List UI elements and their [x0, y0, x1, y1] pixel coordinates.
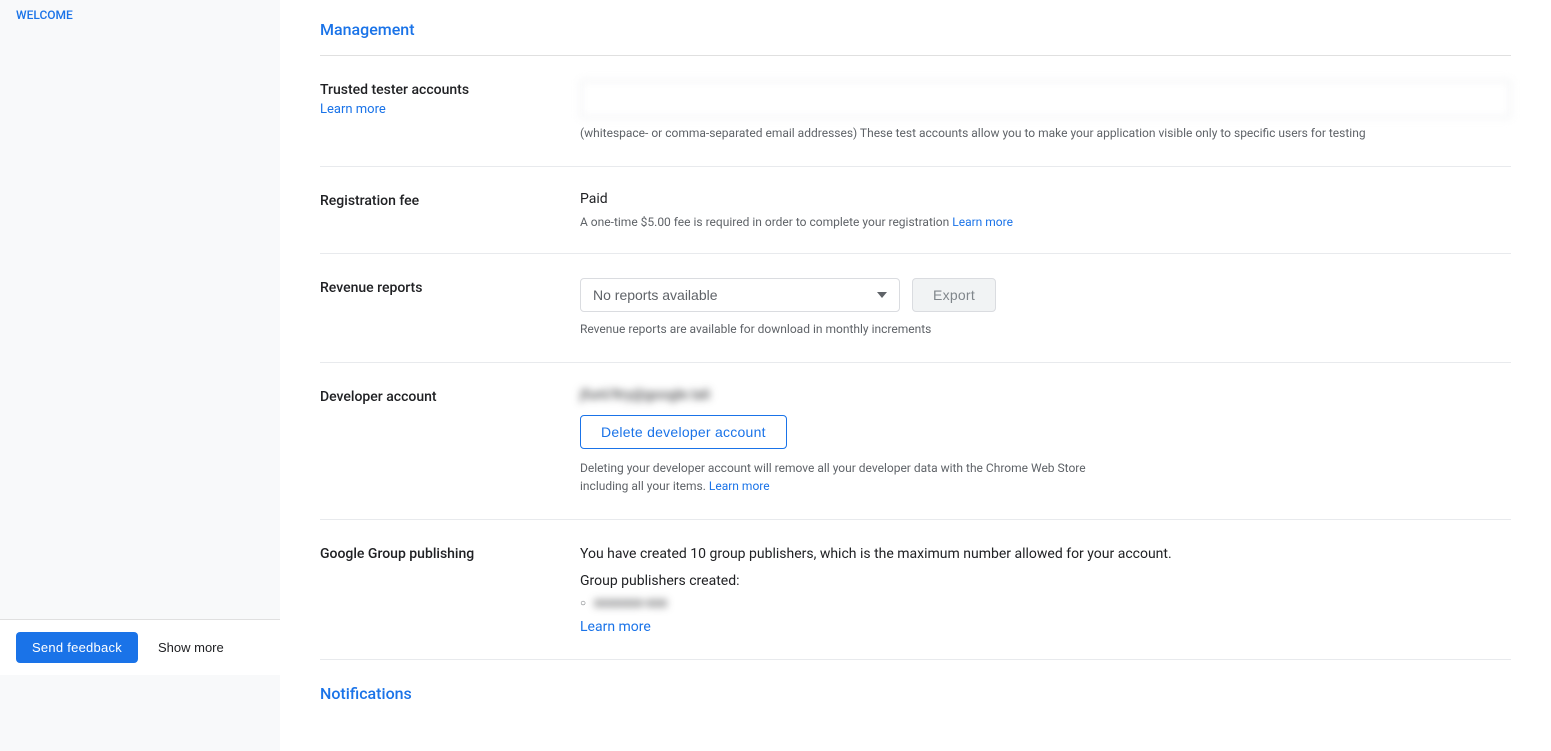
revenue-reports-hint: Revenue reports are available for downlo… [580, 320, 1511, 338]
delete-developer-account-button[interactable]: Delete developer account [580, 415, 787, 449]
welcome-label: WELCOME [16, 0, 73, 30]
trusted-tester-row: Trusted tester accounts Learn more (whit… [320, 56, 1511, 167]
registration-fee-learn-more[interactable]: Learn more [952, 215, 1013, 229]
main-content: Management Trusted tester accounts Learn… [280, 0, 1551, 751]
developer-account-label: Developer account [320, 387, 580, 405]
send-feedback-button[interactable]: Send feedback [16, 632, 138, 663]
registration-fee-content: Paid A one-time $5.00 fee is required in… [580, 191, 1511, 229]
trusted-tester-label: Trusted tester accounts Learn more [320, 80, 580, 117]
revenue-reports-content: No reports available Export Revenue repo… [580, 278, 1511, 338]
registration-fee-row: Registration fee Paid A one-time $5.00 f… [320, 167, 1511, 254]
export-button[interactable]: Export [912, 278, 996, 312]
bottom-bar: Send feedback Show more [0, 619, 280, 675]
show-more-button[interactable]: Show more [150, 632, 232, 663]
developer-account-learn-more[interactable]: Learn more [709, 479, 770, 493]
page-wrapper: Send feedback Show more WELCOME Manageme… [0, 0, 1551, 751]
registration-fee-status: Paid [580, 191, 1511, 207]
group-publishers-list: xxxxxxx-xxx [580, 595, 1511, 611]
revenue-reports-select[interactable]: No reports available [580, 278, 900, 312]
group-publisher-item: xxxxxxx-xxx [580, 595, 1511, 611]
developer-account-row: Developer account jfunl/ltry@google.tali… [320, 363, 1511, 520]
developer-account-description: Deleting your developer account will rem… [580, 459, 1100, 495]
trusted-tester-learn-more[interactable]: Learn more [320, 102, 580, 117]
revenue-reports-label: Revenue reports [320, 278, 580, 296]
registration-fee-description: A one-time $5.00 fee is required in orde… [580, 215, 1511, 229]
trusted-tester-content: (whitespace- or comma-separated email ad… [580, 80, 1511, 142]
trusted-tester-input-container [580, 80, 1511, 118]
google-group-publishing-label: Google Group publishing [320, 544, 580, 562]
revenue-reports-row: Revenue reports No reports available Exp… [320, 254, 1511, 363]
google-group-publishing-content: You have created 10 group publishers, wh… [580, 544, 1511, 635]
group-publishing-description: You have created 10 group publishers, wh… [580, 544, 1511, 565]
developer-account-content: jfunl/ltry@google.tali Delete developer … [580, 387, 1511, 495]
management-section-title: Management [320, 0, 1511, 56]
sidebar: Send feedback Show more WELCOME [0, 0, 280, 751]
trusted-tester-input[interactable] [580, 80, 1511, 118]
developer-email: jfunl/ltry@google.tali [580, 387, 1511, 403]
google-group-publishing-learn-more[interactable]: Learn more [580, 619, 651, 635]
trusted-tester-hint: (whitespace- or comma-separated email ad… [580, 124, 1511, 142]
notifications-section-title: Notifications [320, 660, 1511, 711]
group-publishers-label: Group publishers created: [580, 573, 1511, 589]
google-group-publishing-row: Google Group publishing You have created… [320, 520, 1511, 660]
revenue-select-wrapper: No reports available Export [580, 278, 1511, 312]
registration-fee-label: Registration fee [320, 191, 580, 209]
